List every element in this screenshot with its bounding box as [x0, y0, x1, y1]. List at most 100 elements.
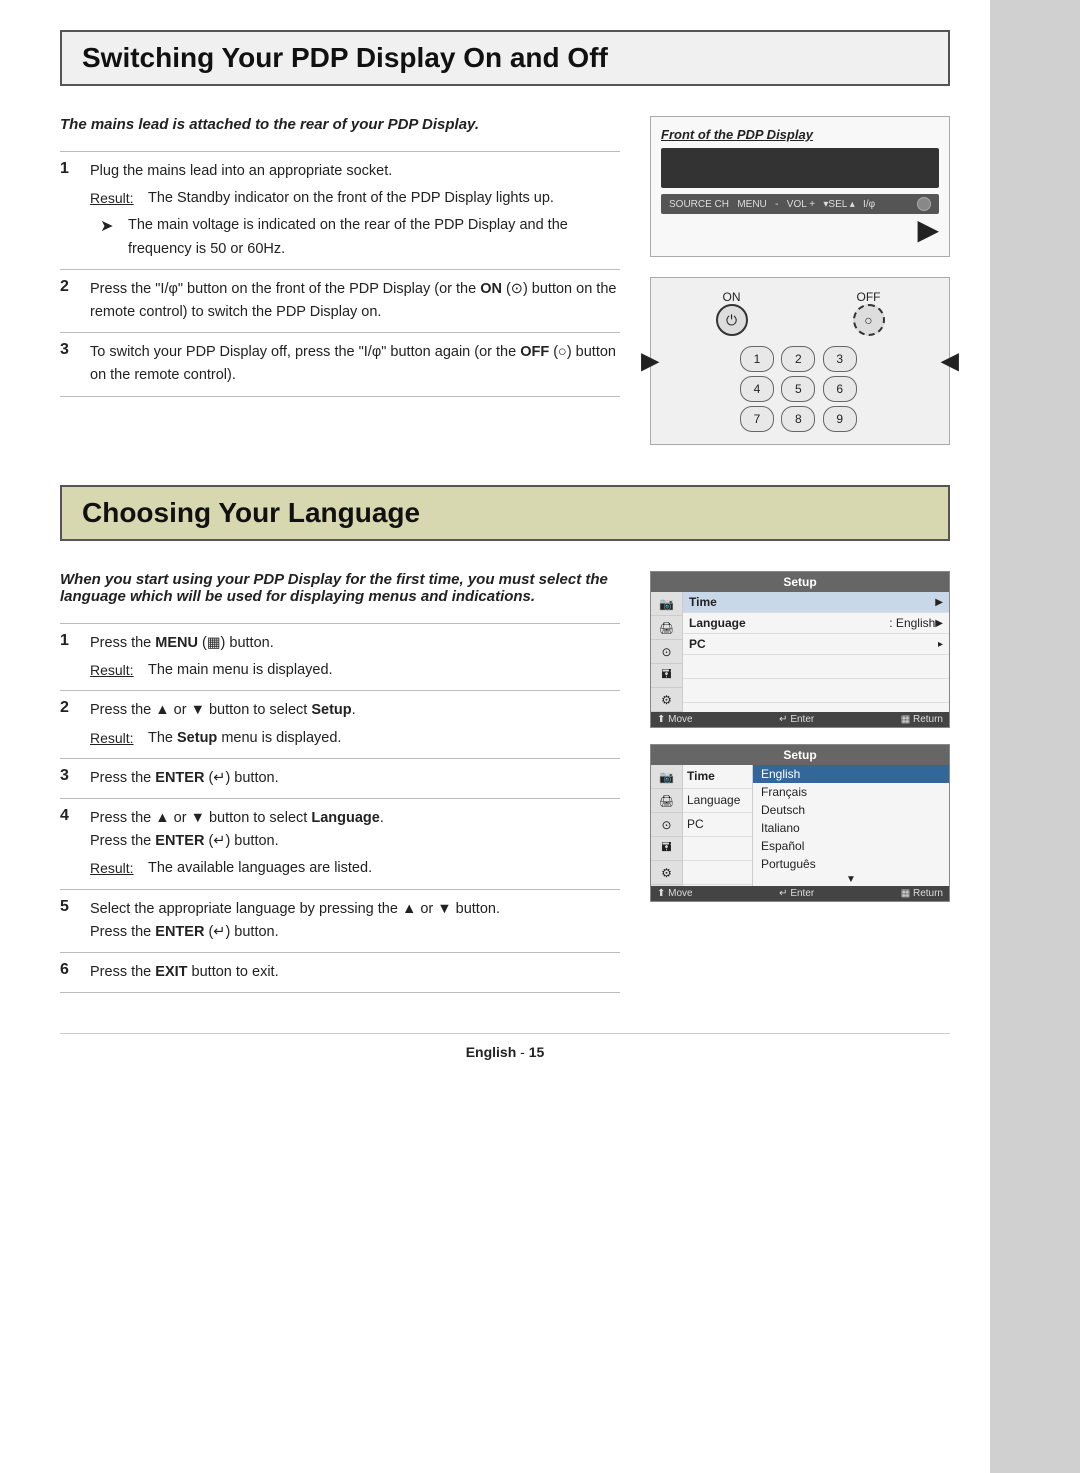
table-row: 1 Plug the mains lead into an appropriat… [60, 152, 620, 270]
step-num: 4 [60, 798, 90, 889]
setup-menu-2-header: Setup [651, 745, 949, 765]
menu-row-empty1 [683, 655, 949, 679]
table-row: 6 Press the EXIT button to exit. [60, 952, 620, 992]
setup-menu-2-footer: ⬆ Move ↵ Enter ▦ Return [651, 886, 949, 901]
section1-title-box: Switching Your PDP Display On and Off [60, 30, 950, 86]
setup-menu-1-body: 📷 🖨 ⊙ 🖬 ⚙ Time ▶ [651, 592, 949, 712]
page-footer: English - 15 [60, 1033, 950, 1060]
controls-label: SOURCE CH MENU - VOL + ▾SEL ▴ I/φ [669, 199, 875, 210]
section1-intro: The mains lead is attached to the rear o… [60, 116, 620, 133]
step-content: Press the ENTER (↵) button. [90, 758, 620, 798]
step-content: Press the ▲ or ▼ button to select Langua… [90, 798, 620, 889]
left-arrow-pointer: ▶ [641, 347, 659, 376]
result-label: Result: [90, 727, 140, 750]
section1-right-col: Front of the PDP Display SOURCE CH MENU … [650, 116, 950, 445]
main-content: Switching Your PDP Display On and Off Th… [0, 0, 990, 1100]
section1-title: Switching Your PDP Display On and Off [82, 42, 928, 74]
lang-francais[interactable]: Français [753, 783, 949, 801]
num-btn-5[interactable]: 5 [781, 376, 815, 402]
section1-two-col: The mains lead is attached to the rear o… [60, 116, 950, 445]
table-row: 5 Select the appropriate language by pre… [60, 889, 620, 952]
lang-deutsch[interactable]: Deutsch [753, 801, 949, 819]
menu-language-label: Language [689, 616, 889, 630]
menu-row-empty2 [683, 679, 949, 703]
step-num: 3 [60, 758, 90, 798]
num-btn-1[interactable]: 1 [740, 346, 774, 372]
section1-left-col: The mains lead is attached to the rear o… [60, 116, 620, 445]
step-num: 1 [60, 152, 90, 270]
lang-english[interactable]: English [753, 765, 949, 783]
table-row: 3 Press the ENTER (↵) button. [60, 758, 620, 798]
section1-steps-table: 1 Plug the mains lead into an appropriat… [60, 151, 620, 397]
setup-menu-2: Setup 📷 🖨 ⊙ 🖬 ⚙ [650, 744, 950, 902]
page: Switching Your PDP Display On and Off Th… [0, 0, 1080, 1473]
menu-row-pc: PC ▸ [683, 634, 949, 655]
result-text: The available languages are listed. [148, 857, 372, 880]
section2-right-col: Setup 📷 🖨 ⊙ 🖬 ⚙ [650, 571, 950, 993]
step-num: 2 [60, 269, 90, 332]
step-content: Press the MENU (▦) button. Result: The m… [90, 624, 620, 691]
num-btn-7[interactable]: 7 [740, 406, 774, 432]
num-btn-2[interactable]: 2 [781, 346, 815, 372]
footer-return: ▦ Return [901, 714, 943, 725]
step-num: 6 [60, 952, 90, 992]
menu-language-arrow: ▶ [935, 618, 943, 629]
front-panel-display [661, 148, 939, 188]
on-label: ON [716, 290, 748, 304]
section2-title: Choosing Your Language [82, 497, 928, 529]
footer-text: English - 15 [466, 1044, 545, 1060]
section2-steps-table: 1 Press the MENU (▦) button. Result: The… [60, 623, 620, 993]
menu-row-time: Time ▶ [683, 592, 949, 613]
arrow-sym: ➤ [100, 214, 120, 260]
table-row: 2 Press the "I/φ" button on the front of… [60, 269, 620, 332]
num-btn-4[interactable]: 4 [740, 376, 774, 402]
lang-italiano[interactable]: Italiano [753, 819, 949, 837]
step-num: 5 [60, 889, 90, 952]
on-off-row: ON ⏻ OFF ○ [663, 290, 937, 336]
section2-intro: When you start using your PDP Display fo… [60, 571, 620, 605]
front-panel-controls: SOURCE CH MENU - VOL + ▾SEL ▴ I/φ [661, 194, 939, 214]
table-row: 3 To switch your PDP Display off, press … [60, 333, 620, 396]
setup-menu-1-footer: ⬆ Move ↵ Enter ▦ Return [651, 712, 949, 727]
footer-english: English [466, 1044, 517, 1060]
off-label: OFF [853, 290, 885, 304]
num-btn-3[interactable]: 3 [823, 346, 857, 372]
table-row: 2 Press the ▲ or ▼ button to select Setu… [60, 691, 620, 758]
step-content: Press the "I/φ" button on the front of t… [90, 269, 620, 332]
lang-portugues[interactable]: Português [753, 855, 949, 873]
step-content: Select the appropriate language by press… [90, 889, 620, 952]
num-btn-9[interactable]: 9 [823, 406, 857, 432]
section2-two-col: When you start using your PDP Display fo… [60, 571, 950, 993]
num-grid: 1 2 3 4 5 6 7 8 9 [740, 346, 860, 432]
section2-title-box: Choosing Your Language [60, 485, 950, 541]
setup-menu-2-body: 📷 🖨 ⊙ 🖬 ⚙ Time Language PC [651, 765, 949, 886]
result-label: Result: [90, 659, 140, 682]
table-row: 4 Press the ▲ or ▼ button to select Lang… [60, 798, 620, 889]
footer-pagenum: 15 [529, 1044, 545, 1060]
step-content: To switch your PDP Display off, press th… [90, 333, 620, 396]
front-panel-title: Front of the PDP Display [661, 127, 939, 142]
num-btn-6[interactable]: 6 [823, 376, 857, 402]
result-text: The Standby indicator on the front of th… [148, 187, 554, 210]
right-sidebar [990, 0, 1080, 1473]
menu-language-value: : English [889, 616, 935, 630]
step-content: Press the EXIT button to exit. [90, 952, 620, 992]
menu-pc-arrow: ▸ [938, 639, 943, 650]
section2-left-col: When you start using your PDP Display fo… [60, 571, 620, 993]
on-button: ⏻ [716, 304, 748, 336]
result-label: Result: [90, 857, 140, 880]
footer-move: ⬆ Move [657, 714, 693, 725]
note-text: The main voltage is indicated on the rea… [128, 214, 620, 260]
step-content: Plug the mains lead into an appropriate … [90, 152, 620, 270]
step-num: 2 [60, 691, 90, 758]
result-text: The main menu is displayed. [148, 659, 333, 682]
result-text: The Setup menu is displayed. [148, 727, 341, 750]
setup-menu-1-header: Setup [651, 572, 949, 592]
lang-espanol[interactable]: Español [753, 837, 949, 855]
step-content: Press the ▲ or ▼ button to select Setup.… [90, 691, 620, 758]
footer-return2: ▦ Return [901, 888, 943, 899]
power-indicator [917, 197, 931, 211]
num-btn-8[interactable]: 8 [781, 406, 815, 432]
menu-row-language: Language : English ▶ [683, 613, 949, 634]
menu-time-arrow: ▶ [935, 597, 943, 608]
